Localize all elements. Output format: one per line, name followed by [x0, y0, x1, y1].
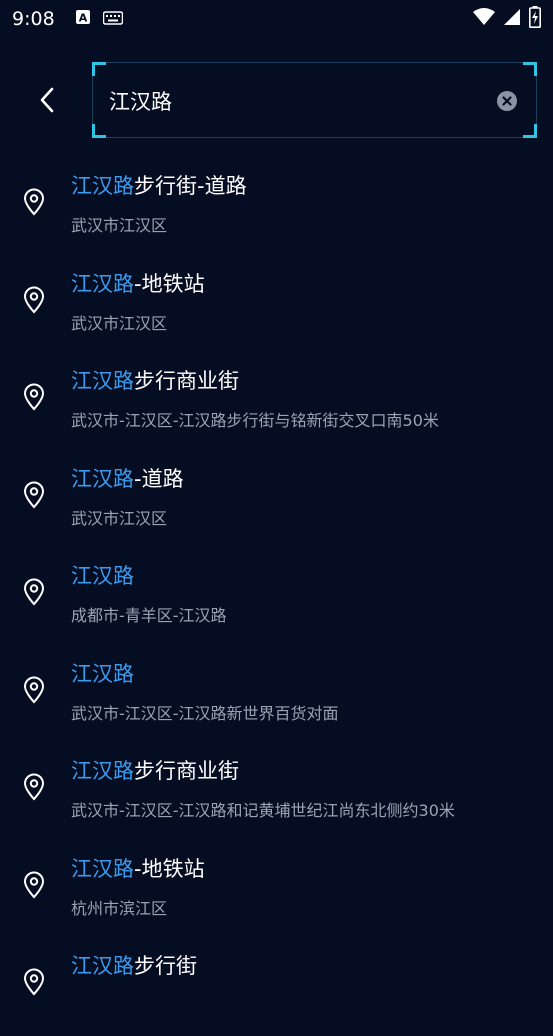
result-title: 江汉路-道路 [71, 463, 184, 493]
corner-decoration [92, 62, 106, 76]
back-button[interactable] [30, 80, 64, 120]
search-input[interactable] [109, 83, 489, 119]
search-box[interactable] [92, 62, 537, 138]
status-bar: 9:08 A [0, 0, 553, 38]
result-title: 江汉路-地铁站 [71, 853, 205, 883]
result-item[interactable]: 江汉路-道路 武汉市江汉区 [0, 451, 553, 549]
result-item[interactable]: 江汉路-地铁站 杭州市滨江区 [0, 841, 553, 939]
clear-button[interactable] [496, 90, 518, 112]
result-item[interactable]: 江汉路 成都市-青羊区-江汉路 [0, 548, 553, 646]
result-title-highlight: 江汉路 [71, 856, 134, 881]
a-notification-icon: A [75, 9, 91, 29]
signal-icon [503, 8, 521, 30]
location-pin-icon [22, 773, 46, 801]
result-item[interactable]: 江汉路步行街 [0, 938, 553, 1036]
result-subtitle: 武汉市-江汉区-江汉路新世界百货对面 [71, 703, 339, 723]
result-title-highlight: 江汉路 [71, 661, 134, 686]
result-title: 江汉路步行商业街 [71, 755, 239, 785]
keyboard-icon [102, 10, 123, 29]
result-title-highlight: 江汉路 [71, 466, 134, 491]
status-right-icons [473, 6, 541, 32]
location-pin-icon [22, 871, 46, 899]
location-pin-icon [22, 383, 46, 411]
result-title: 江汉路-地铁站 [71, 268, 205, 298]
result-title: 江汉路步行街-道路 [71, 170, 247, 200]
result-title-rest: 步行街-道路 [134, 174, 247, 198]
result-title-rest: -地铁站 [134, 856, 205, 881]
location-pin-icon [22, 968, 46, 996]
result-title-rest: 步行街 [134, 954, 197, 978]
location-pin-icon [22, 188, 46, 216]
result-title-rest: 步行商业街 [134, 759, 239, 783]
result-item[interactable]: 江汉路步行商业街 武汉市-江汉区-江汉路步行街与铭新街交叉口南50米 [0, 353, 553, 451]
result-title: 江汉路步行商业街 [71, 365, 239, 395]
result-title: 江汉路步行街 [71, 950, 197, 980]
location-pin-icon [22, 676, 46, 704]
location-pin-icon [22, 481, 46, 509]
location-pin-icon [22, 578, 46, 606]
result-title-highlight: 江汉路 [71, 954, 134, 978]
corner-decoration [523, 124, 537, 138]
result-subtitle: 成都市-青羊区-江汉路 [71, 606, 227, 625]
result-title-highlight: 江汉路 [71, 369, 134, 393]
result-subtitle: 武汉市江汉区 [71, 313, 168, 333]
result-title-highlight: 江汉路 [71, 564, 134, 588]
result-subtitle: 杭州市滨江区 [71, 898, 168, 918]
result-item[interactable]: 江汉路 武汉市-江汉区-江汉路新世界百货对面 [0, 646, 553, 744]
location-pin-icon [22, 286, 46, 314]
result-item[interactable]: 江汉路步行商业街 武汉市-江汉区-江汉路和记黄埔世纪江尚东北侧约30米 [0, 743, 553, 841]
result-title: 江汉路 [71, 658, 134, 688]
result-title-highlight: 江汉路 [71, 271, 134, 296]
svg-text:A: A [78, 12, 87, 25]
result-subtitle: 武汉市-江汉区-江汉路步行街与铭新街交叉口南50米 [71, 411, 439, 430]
result-title-rest: -地铁站 [134, 271, 205, 296]
corner-decoration [92, 124, 106, 138]
result-subtitle: 武汉市江汉区 [71, 216, 168, 235]
result-title-rest: 步行商业街 [134, 369, 239, 393]
result-list: 江汉路步行街-道路 武汉市江汉区 江汉路-地铁站 武汉市江汉区 江汉路步行商业街… [0, 158, 553, 1036]
result-title-highlight: 江汉路 [71, 759, 134, 783]
result-subtitle: 武汉市江汉区 [71, 508, 168, 528]
corner-decoration [523, 62, 537, 76]
wifi-icon [473, 8, 495, 30]
result-item[interactable]: 江汉路步行街-道路 武汉市江汉区 [0, 158, 553, 256]
result-title-rest: -道路 [134, 466, 184, 491]
clear-circle-icon [497, 91, 517, 111]
status-time: 9:08 [12, 8, 55, 30]
result-title-highlight: 江汉路 [71, 174, 134, 198]
battery-charging-icon [529, 6, 541, 32]
status-left-icons: A [75, 9, 123, 29]
result-item[interactable]: 江汉路-地铁站 武汉市江汉区 [0, 256, 553, 354]
result-subtitle: 武汉市-江汉区-江汉路和记黄埔世纪江尚东北侧约30米 [71, 801, 455, 820]
result-title: 江汉路 [71, 560, 134, 590]
search-header [0, 62, 553, 138]
chevron-left-icon [40, 87, 54, 113]
